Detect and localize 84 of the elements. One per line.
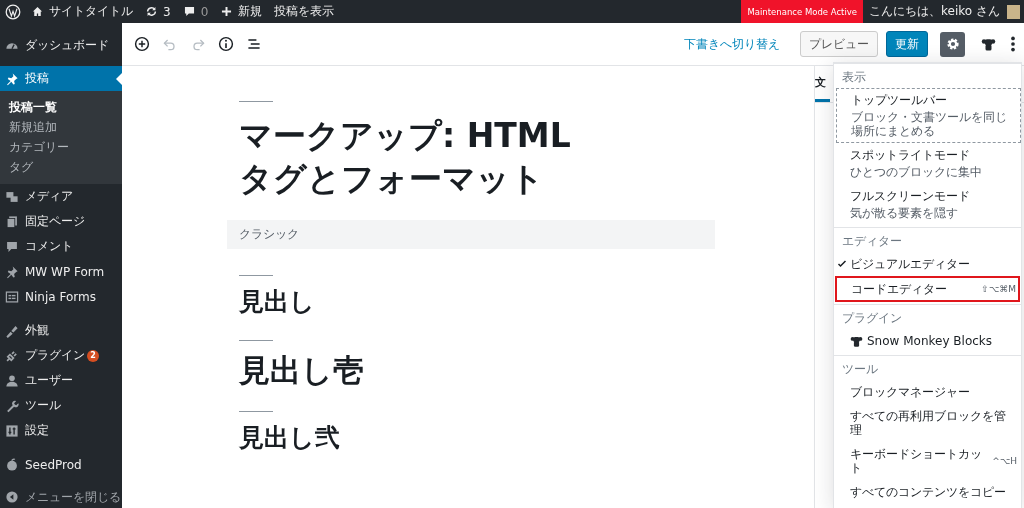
- view-post-link[interactable]: 投稿を表示: [268, 0, 341, 23]
- menu-item-description: 気が散る要素を隠す: [850, 206, 959, 220]
- wordpress-logo-drawing: [5, 3, 21, 20]
- sidebar-item[interactable]: 設定: [0, 418, 122, 443]
- checkmark-icon: [837, 259, 847, 269]
- heading: 見出し: [239, 288, 316, 316]
- left-arrow-circle-icon: [5, 490, 19, 504]
- form-icon: [5, 289, 19, 304]
- add-block-icon[interactable]: [134, 36, 150, 52]
- menu-item-description: ひとつのブロックに集中: [850, 165, 983, 179]
- heading: 見出し弐: [239, 423, 341, 452]
- media-icon: [5, 189, 19, 204]
- pin-icon: [5, 264, 19, 279]
- sidebar-item[interactable]: ユーザー: [0, 368, 122, 393]
- settings-button[interactable]: [940, 31, 965, 57]
- updates-link[interactable]: 3: [139, 0, 177, 23]
- keyboard-shortcut: ⇧⌥⌘M: [981, 283, 1016, 296]
- menu-item[interactable]: すべての再利用ブロックを管理: [835, 404, 1020, 442]
- collapse-menu-button[interactable]: メニューを閉じる: [0, 486, 122, 508]
- site-link[interactable]: サイトタイトル: [25, 0, 139, 23]
- wrench-icon: [5, 398, 19, 413]
- menu-item[interactable]: フルスクリーンモード 気が散る要素を隠す: [835, 184, 1020, 225]
- submenu-item[interactable]: 投稿一覧: [0, 97, 122, 117]
- menu-section-title: ツール: [841, 361, 879, 378]
- plus-icon: [220, 5, 234, 18]
- home-icon: [31, 5, 44, 18]
- post-title[interactable]: マークアップ: HTML タグとフォーマット: [239, 114, 709, 200]
- menu-item[interactable]: スポットライトモード ひとつのブロックに集中: [835, 143, 1020, 184]
- sidebar-item[interactable]: プラグイン 2: [0, 343, 122, 368]
- menu-item[interactable]: トップツールバー ブロック・文書ツールを同じ場所にまとめる: [836, 88, 1021, 143]
- menu-item[interactable]: ビジュアルエディター: [835, 252, 1020, 276]
- submenu-item[interactable]: カテゴリー: [0, 137, 122, 157]
- submenu-item[interactable]: タグ: [0, 157, 122, 177]
- info-icon[interactable]: [218, 36, 234, 52]
- menu-item[interactable]: ブロックマネージャー: [835, 380, 1020, 404]
- sidebar-item[interactable]: 外観: [0, 318, 122, 343]
- new-label: 新規: [238, 3, 263, 20]
- switch-to-draft-link[interactable]: 下書きへ切り替え: [684, 35, 780, 53]
- menu-item-description: ブロック・文書ツールを同じ場所にまとめる: [851, 110, 1008, 138]
- sidebar-item[interactable]: メディア: [0, 184, 122, 209]
- sidebar-item[interactable]: ツール: [0, 393, 122, 418]
- comment-count: 0: [200, 4, 209, 19]
- menu-item[interactable]: Snow Monkey Blocks: [835, 329, 1020, 353]
- sidebar-item[interactable]: コメント: [0, 234, 122, 259]
- plug-icon: [5, 348, 19, 363]
- greeting-text: こんにちは、keiko さん: [869, 3, 1000, 20]
- sidebar-item[interactable]: 固定ページ: [0, 209, 122, 234]
- update-button[interactable]: 更新: [886, 31, 928, 57]
- keyboard-shortcut: ^⌥H: [992, 455, 1017, 468]
- more-options-icon[interactable]: [1010, 36, 1016, 52]
- pages-icon: [5, 214, 19, 229]
- document-tab[interactable]: 文: [815, 66, 830, 102]
- sidebar-item[interactable]: Ninja Forms: [0, 284, 122, 309]
- brush-icon: [5, 323, 19, 338]
- sidebar-item[interactable]: 投稿: [0, 66, 122, 91]
- sidebar-item[interactable]: ダッシュボード: [0, 33, 122, 58]
- user-icon: [5, 373, 19, 388]
- settings-icon: [945, 37, 960, 51]
- classic-block[interactable]: クラシック: [227, 220, 715, 249]
- sync-icon: [145, 5, 158, 18]
- menu-item[interactable]: すべてのコンテンツをコピー: [835, 480, 1020, 504]
- speech-bubble-icon: [5, 239, 19, 254]
- pin-icon: [5, 71, 19, 86]
- update-count: 3: [163, 4, 171, 19]
- update-count-badge: 2: [87, 349, 99, 362]
- block-label: クラシック: [238, 227, 299, 242]
- menu-item[interactable]: コードエディター ⇧⌥⌘M: [835, 276, 1020, 302]
- new-link[interactable]: 新規: [214, 0, 269, 23]
- menu-section-title: 表示: [841, 69, 867, 86]
- sliders-icon: [5, 423, 19, 438]
- preview-button[interactable]: プレビュー: [800, 31, 878, 57]
- heading: 見出し壱: [239, 352, 365, 387]
- avatar-placeholder: [1007, 4, 1020, 19]
- sidebar-item[interactable]: MW WP Form: [0, 259, 122, 284]
- list-outline-icon[interactable]: [246, 36, 262, 52]
- menu-section-title: プラグイン: [841, 310, 903, 327]
- submenu-item[interactable]: 新規追加: [0, 117, 122, 137]
- comments-link[interactable]: 0: [176, 0, 215, 23]
- site-title: サイトタイトル: [49, 3, 133, 20]
- sidebar-item[interactable]: SeedProd: [0, 452, 122, 477]
- menu-section-title: エディター: [841, 233, 903, 250]
- account-menu[interactable]: こんにちは、keiko さん: [863, 0, 1024, 23]
- maintenance-mode-badge[interactable]: Maintenance Mode Active: [741, 0, 864, 23]
- speech-bubble-icon: [182, 5, 196, 18]
